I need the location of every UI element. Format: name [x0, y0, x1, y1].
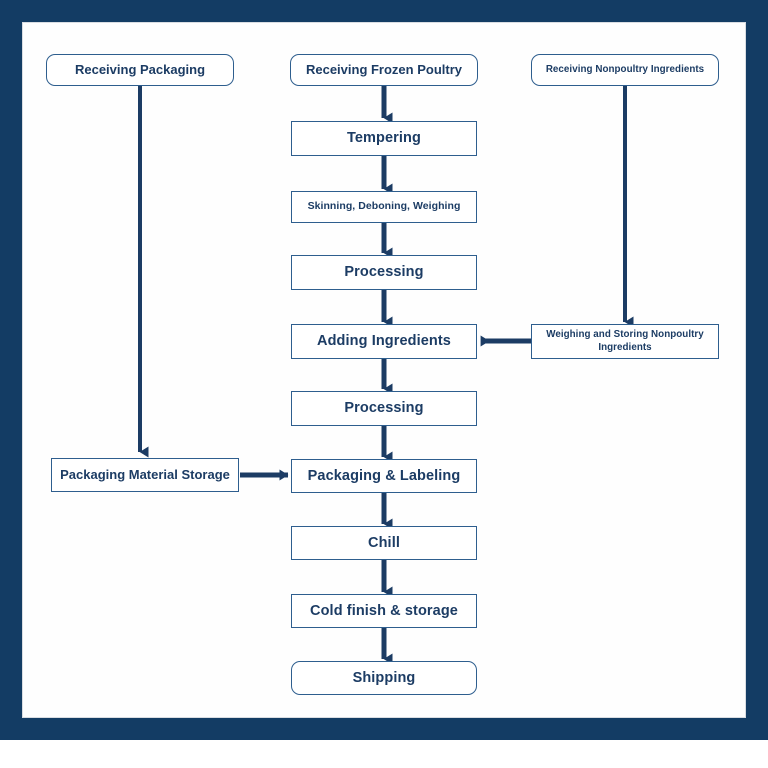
node-label: Packaging & Labeling [307, 467, 461, 484]
node-skinning-deboning-weighing[interactable]: Skinning, Deboning, Weighing [291, 191, 477, 223]
node-cold-finish-storage[interactable]: Cold finish & storage [291, 594, 477, 628]
node-processing-1[interactable]: Processing [291, 255, 477, 290]
node-label: Shipping [352, 669, 416, 686]
node-label: Tempering [347, 130, 421, 147]
node-label: Skinning, Deboning, Weighing [307, 200, 461, 213]
connector-layer [138, 86, 634, 665]
node-label: Weighing and Storing Nonpoultry Ingredie… [546, 329, 704, 353]
node-label: Adding Ingredients [317, 333, 451, 350]
node-packaging-labeling[interactable]: Packaging & Labeling [291, 459, 477, 493]
node-label: Cold finish & storage [310, 602, 458, 619]
node-tempering[interactable]: Tempering [291, 121, 477, 156]
node-label: Chill [368, 534, 400, 551]
node-label: Receiving Frozen Poultry [305, 61, 463, 77]
node-label: Processing [344, 264, 424, 281]
node-processing-2[interactable]: Processing [291, 391, 477, 426]
node-receiving-frozen-poultry[interactable]: Receiving Frozen Poultry [290, 54, 478, 86]
node-chill[interactable]: Chill [291, 526, 477, 560]
flowchart-diagram: Receiving Packaging Receiving Frozen Pou… [0, 0, 768, 740]
node-weighing-storing-nonpoultry-ingredients[interactable]: Weighing and Storing Nonpoultry Ingredie… [531, 324, 719, 359]
node-label: Processing [344, 400, 424, 417]
node-receiving-nonpoultry-ingredients[interactable]: Receiving Nonpoultry Ingredients [531, 54, 719, 86]
node-shipping[interactable]: Shipping [291, 661, 477, 695]
node-label: Receiving Packaging [74, 61, 206, 77]
node-adding-ingredients[interactable]: Adding Ingredients [291, 324, 477, 359]
node-packaging-material-storage[interactable]: Packaging Material Storage [51, 458, 239, 492]
node-label: Packaging Material Storage [60, 466, 230, 482]
node-label: Receiving Nonpoultry Ingredients [545, 63, 705, 75]
node-receiving-packaging[interactable]: Receiving Packaging [46, 54, 234, 86]
